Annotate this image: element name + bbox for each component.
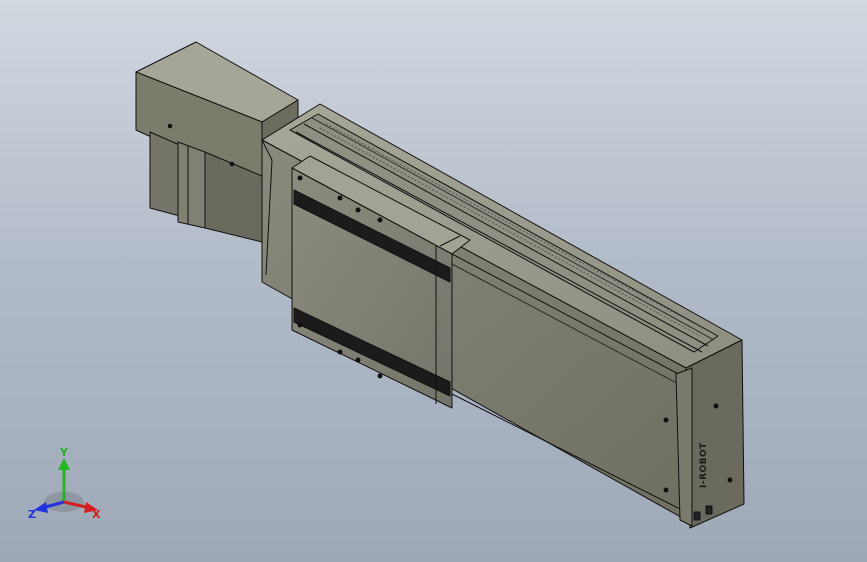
orientation-triad: Y X Z — [28, 446, 101, 521]
cad-graphics-viewport[interactable]: I-ROBOT Y X Z — [0, 0, 867, 562]
linear-actuator-model[interactable]: I-ROBOT — [0, 0, 867, 562]
brand-logo-text: I-ROBOT — [699, 442, 709, 488]
y-axis-arrow — [58, 458, 70, 470]
z-axis-arrow — [34, 502, 48, 513]
y-axis-label: Y — [59, 446, 69, 459]
x-axis-label: X — [92, 508, 101, 521]
z-axis-label: Z — [28, 508, 36, 521]
